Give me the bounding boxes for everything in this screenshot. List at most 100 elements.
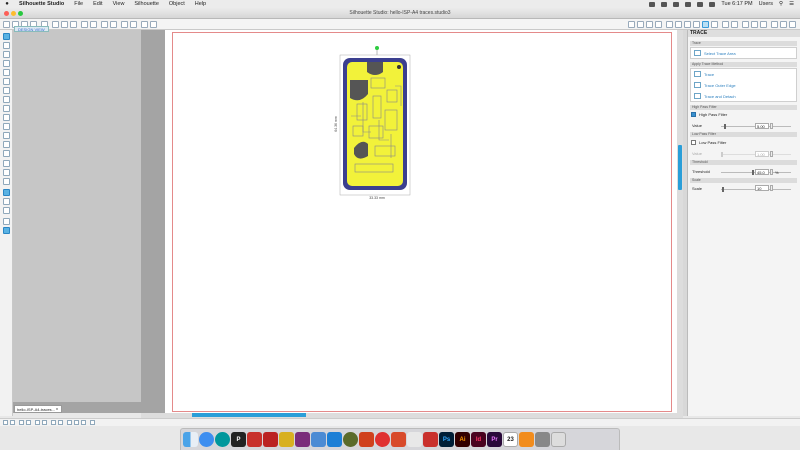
mail-icon[interactable]: [311, 432, 326, 447]
modify-icon[interactable]: [684, 21, 691, 28]
threshold-input[interactable]: 45.0: [755, 169, 769, 175]
trace-button[interactable]: Trace: [691, 70, 796, 80]
delete-icon[interactable]: [74, 420, 79, 425]
apple-menu-icon[interactable]: ●: [0, 1, 14, 7]
redo-icon[interactable]: [90, 21, 97, 28]
high-value-slider-knob[interactable]: [724, 124, 727, 129]
cut-icon[interactable]: [52, 21, 59, 28]
trace-and-detach-button[interactable]: Trace and Detach: [691, 92, 796, 102]
document-tab[interactable]: hello-ISP-A4-traces...: [14, 405, 62, 413]
low-pass-checkbox[interactable]: [691, 140, 696, 145]
zoom-tool-icon[interactable]: [3, 42, 10, 49]
low-value-stepper[interactable]: [770, 151, 773, 157]
calendar-icon[interactable]: 23: [503, 432, 518, 447]
align-icon[interactable]: [771, 21, 778, 28]
close-tab-icon[interactable]: x: [56, 406, 58, 411]
scale-stepper[interactable]: [770, 185, 773, 191]
high-pass-checkbox[interactable]: [691, 112, 696, 117]
battery-icon[interactable]: [709, 1, 716, 7]
menu-file[interactable]: File: [69, 1, 88, 7]
trace-outer-edge-button[interactable]: Trace Outer Edge: [691, 81, 796, 91]
grid-icon[interactable]: [51, 420, 56, 425]
pan-icon[interactable]: [42, 420, 47, 425]
store-panel-icon[interactable]: [3, 207, 10, 214]
indesign-icon[interactable]: Id: [471, 432, 486, 447]
page-setup-icon[interactable]: [628, 21, 635, 28]
flip-icon[interactable]: [90, 420, 95, 425]
slack-icon[interactable]: [295, 432, 310, 447]
text-style-icon[interactable]: [742, 21, 749, 28]
safari-icon[interactable]: [199, 432, 214, 447]
premiere-icon[interactable]: Pr: [487, 432, 502, 447]
inkscape-icon[interactable]: [279, 432, 294, 447]
eagle-icon[interactable]: [247, 432, 262, 447]
cut-settings-icon[interactable]: [646, 21, 653, 28]
clock[interactable]: Tue 6:17 PM: [721, 1, 752, 7]
library-panel-icon[interactable]: [3, 189, 10, 196]
sketchup-icon[interactable]: [375, 432, 390, 447]
low-value-input[interactable]: 1.00: [755, 151, 769, 157]
settings-panel-icon[interactable]: [3, 218, 10, 225]
text-tool-icon[interactable]: [3, 132, 10, 139]
zoom-fit-icon[interactable]: [19, 420, 24, 425]
p-app-icon[interactable]: P: [231, 432, 246, 447]
send-icon[interactable]: [722, 21, 729, 28]
curve-tool-icon[interactable]: [3, 60, 10, 67]
snap-icon[interactable]: [58, 420, 63, 425]
select-trace-area-button[interactable]: Select Trace Area: [690, 47, 797, 59]
illustrator-icon[interactable]: Ai: [455, 432, 470, 447]
fill-color-icon[interactable]: [110, 21, 117, 28]
high-value-stepper[interactable]: [770, 123, 773, 129]
tray-app-icon[interactable]: [649, 1, 656, 7]
low-value-slider-knob[interactable]: [721, 152, 723, 157]
deselect-icon[interactable]: [130, 21, 137, 28]
makerbot-icon[interactable]: [359, 432, 374, 447]
zoom-in-icon[interactable]: [3, 420, 8, 425]
trash-icon[interactable]: [551, 432, 566, 447]
select-all-icon[interactable]: [121, 21, 128, 28]
finder-icon[interactable]: [183, 432, 198, 447]
rectangle-tool-icon[interactable]: [3, 69, 10, 76]
pencil-tool-icon[interactable]: [3, 123, 10, 130]
scale-input[interactable]: 10: [755, 185, 769, 191]
threshold-slider-knob[interactable]: [751, 170, 754, 175]
ellipse-tool-icon[interactable]: [3, 87, 10, 94]
sync-icon[interactable]: [673, 1, 680, 7]
zoom-page-icon[interactable]: [26, 420, 31, 425]
zoom-window-button[interactable]: [18, 11, 23, 16]
unknown-app-icon[interactable]: [535, 432, 550, 447]
layers-panel-icon[interactable]: [3, 198, 10, 205]
circuitpython-icon[interactable]: [343, 432, 358, 447]
duplicate-icon[interactable]: [67, 420, 72, 425]
select-tool-icon[interactable]: [3, 33, 10, 40]
eyedropper-tool-icon[interactable]: [3, 169, 10, 176]
offset-icon[interactable]: [693, 21, 700, 28]
knife-icon[interactable]: [780, 21, 787, 28]
threshold-stepper[interactable]: [770, 169, 773, 175]
design-view-tag[interactable]: DESIGN VIEW: [14, 26, 49, 32]
library-store-icon[interactable]: [655, 21, 662, 28]
fritzing-icon[interactable]: [263, 432, 278, 447]
rotate-handle-icon[interactable]: [375, 46, 379, 50]
collapse-panel-icon[interactable]: [3, 227, 10, 234]
line-color-icon[interactable]: [101, 21, 108, 28]
transform-icon[interactable]: [666, 21, 673, 28]
user-menu[interactable]: Users: [759, 1, 773, 7]
pan-tool-icon[interactable]: [3, 178, 10, 185]
design-store-icon[interactable]: [789, 21, 796, 28]
rounded-rect-tool-icon[interactable]: [3, 78, 10, 85]
freehand-tool-icon[interactable]: [3, 105, 10, 112]
zoom-selection-icon[interactable]: [35, 420, 40, 425]
zoom-out-icon[interactable]: [10, 420, 15, 425]
menu-help[interactable]: Help: [190, 1, 211, 7]
high-value-input[interactable]: 5.00: [755, 123, 769, 129]
fill-gradient-icon[interactable]: [760, 21, 767, 28]
menu-object[interactable]: Object: [164, 1, 190, 7]
vertical-scroll-thumb[interactable]: [678, 145, 682, 190]
trace-icon[interactable]: [702, 21, 709, 28]
group-icon[interactable]: [141, 21, 148, 28]
maps-icon[interactable]: [407, 432, 422, 447]
wifi-icon[interactable]: [685, 1, 692, 7]
horizontal-scroll-thumb[interactable]: [192, 413, 306, 417]
traced-artwork[interactable]: 33.33 mm 64.36 mm: [333, 46, 415, 206]
